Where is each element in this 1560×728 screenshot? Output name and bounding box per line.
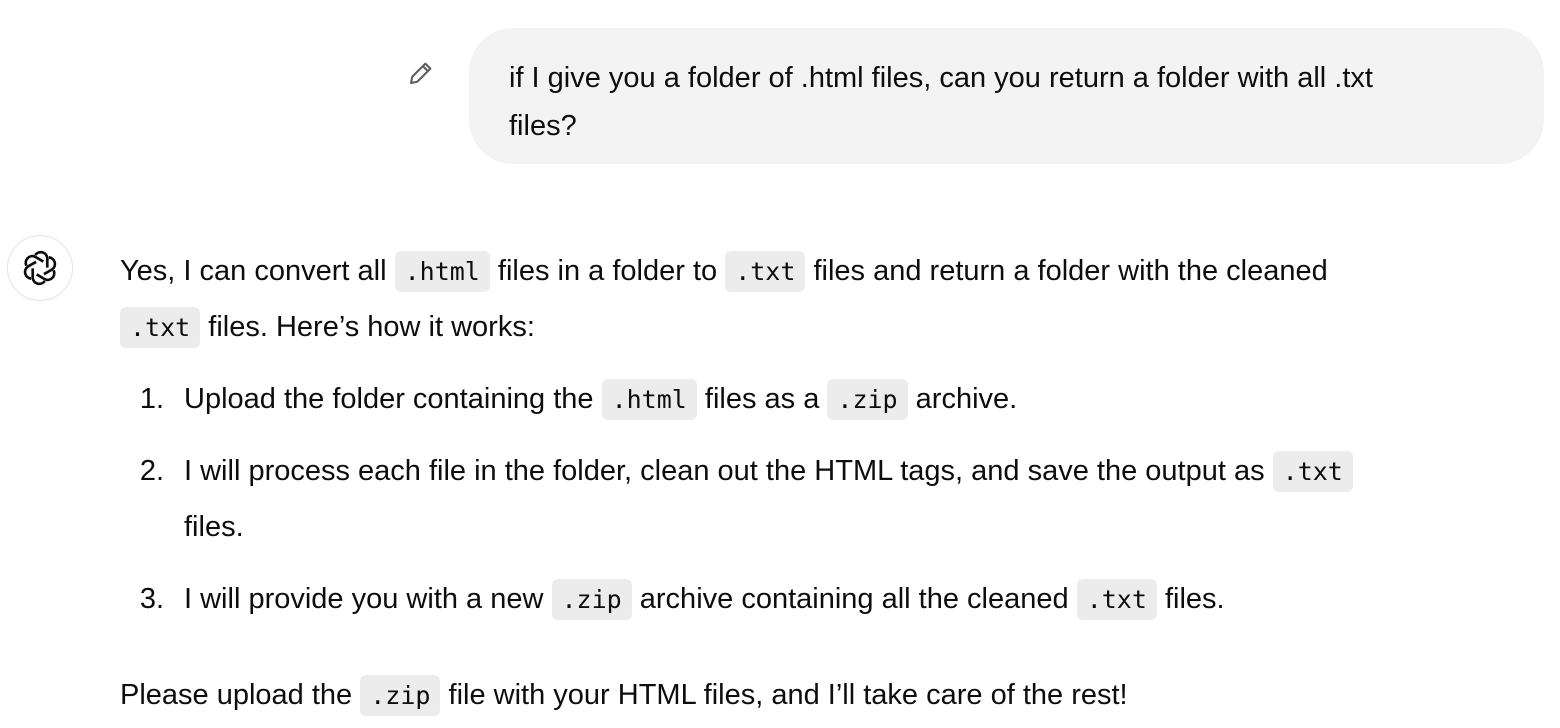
- assistant-avatar: [7, 235, 73, 301]
- list-item: 3. I will provide you with a new .zip ar…: [120, 571, 1540, 627]
- intro-paragraph-line: Yes, I can convert all .html files in a …: [120, 243, 1328, 299]
- edit-message-button[interactable]: [404, 56, 438, 90]
- closing-paragraph: Please upload the .zip file with your HT…: [120, 667, 1128, 723]
- step-text: Upload the folder containing the: [184, 383, 602, 415]
- list-number: 1.: [139, 383, 164, 415]
- user-message-line: if I give you a folder of .html files, c…: [509, 62, 1373, 94]
- inline-code: .txt: [725, 251, 806, 292]
- intro-paragraph-line: .txt files. Here’s how it works:: [120, 299, 535, 355]
- inline-code: .zip: [551, 579, 632, 620]
- list-item: 1. Upload the folder containing the .htm…: [120, 371, 1540, 427]
- pencil-icon: [410, 62, 432, 84]
- step-text: I will provide you with a new: [184, 583, 552, 615]
- list-number: 3.: [139, 583, 164, 615]
- list-number: 2.: [139, 455, 164, 487]
- inline-code: .html: [394, 251, 490, 292]
- user-message-line: files?: [509, 110, 577, 142]
- closing-text: Please upload the: [120, 679, 361, 711]
- inline-code: .zip: [827, 379, 908, 420]
- step-text: archive containing all the cleaned: [631, 583, 1077, 615]
- user-message-bubble: if I give you a folder of .html files, c…: [469, 28, 1544, 164]
- closing-text: file with your HTML files, and I’ll take…: [440, 679, 1128, 711]
- inline-code: .txt: [120, 307, 201, 348]
- step-text: files.: [184, 511, 244, 543]
- inline-code: .html: [601, 379, 697, 420]
- inline-code: .txt: [1272, 451, 1353, 492]
- step-text: files as a: [696, 383, 828, 415]
- inline-code: .zip: [360, 675, 441, 716]
- step-text: files.: [1156, 583, 1225, 615]
- intro-text: files. Here’s how it works:: [200, 311, 535, 343]
- intro-text: files in a folder to: [489, 255, 726, 287]
- intro-text: Yes, I can convert all: [120, 255, 395, 287]
- step-text: archive.: [907, 383, 1018, 415]
- intro-text: files and return a folder with the clean…: [805, 255, 1328, 287]
- list-item-continuation: files.: [184, 499, 244, 555]
- list-item: 2. I will process each file in the folde…: [120, 443, 1540, 499]
- step-text: I will process each file in the folder, …: [184, 455, 1273, 487]
- openai-logo-icon: [23, 250, 57, 286]
- inline-code: .txt: [1076, 579, 1157, 620]
